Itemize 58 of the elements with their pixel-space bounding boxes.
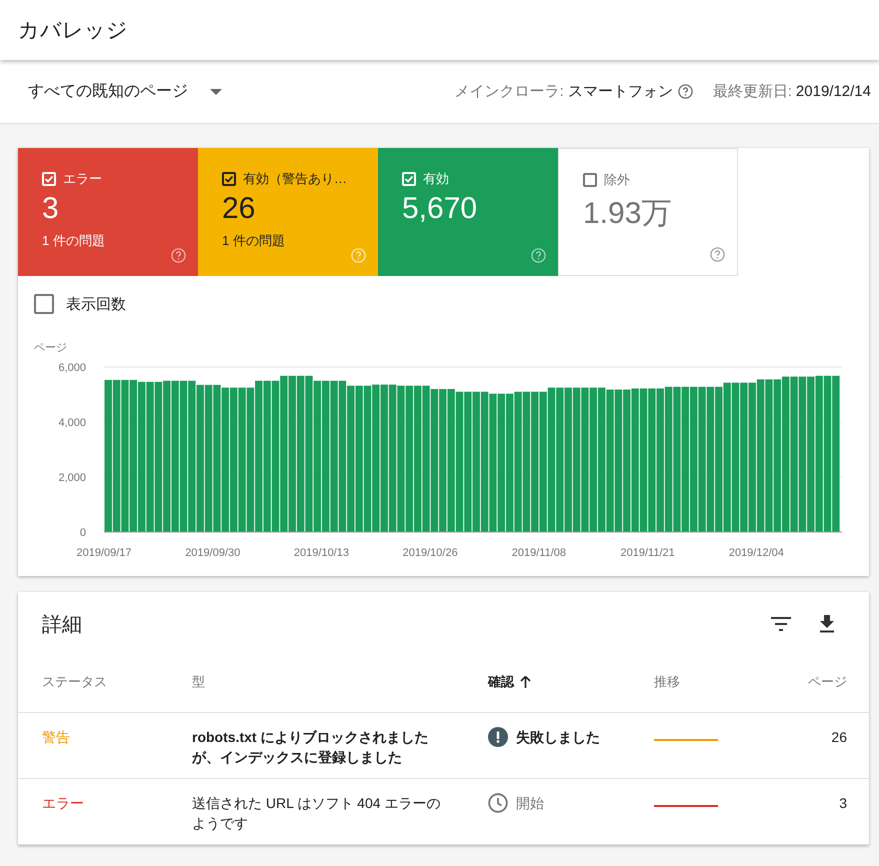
issue-type-text[interactable]: robots.txt によりブロックされましたが、インデックスに登録しました	[192, 727, 442, 767]
updated-label: 最終更新日:	[712, 82, 792, 101]
checkbox[interactable]	[222, 172, 236, 186]
axis-tick: 6,000	[58, 362, 86, 374]
crawler-label: メインクローラ:	[454, 82, 564, 101]
axis-tick: 0	[80, 527, 86, 539]
axis-tick: 4,000	[58, 417, 86, 429]
issue-type-text[interactable]: 送信された URL はソフト 404 エラーのようです	[192, 793, 442, 833]
status-text: エラー	[42, 794, 84, 813]
exclamation-icon	[488, 727, 508, 747]
tile-count: 5,670	[402, 192, 478, 226]
tile-label: エラー	[63, 170, 102, 188]
axis-tick: 2019/09/30	[185, 547, 240, 559]
trend-sparkline	[654, 739, 718, 741]
status-tile[interactable]: 有効（警告あり… 26 1 件の問題	[198, 148, 378, 276]
axis-tick: 2019/11/08	[512, 547, 566, 559]
page-title: カバレッジ	[18, 18, 128, 44]
column-header[interactable]: 確認	[464, 652, 630, 713]
tile-label: 有効	[423, 170, 449, 188]
axis-tick: 2019/12/04	[728, 547, 784, 559]
page-filter-dropdown[interactable]: すべての既知のページ	[28, 81, 222, 102]
column-header[interactable]: 推移	[630, 652, 780, 713]
updated-value: 2019/12/14	[796, 83, 871, 100]
status-tile[interactable]: 除外 1.93万	[558, 148, 738, 276]
download-icon[interactable]	[819, 615, 835, 633]
checkbox[interactable]	[34, 294, 54, 314]
axis-tick: 2,000	[58, 472, 86, 484]
tile-label: 除外	[604, 171, 630, 189]
column-header[interactable]: ステータス	[18, 652, 168, 713]
help-icon[interactable]	[710, 247, 725, 262]
axis-tick: 2019/11/21	[620, 547, 675, 559]
filter-icon[interactable]	[771, 617, 791, 631]
tile-count: 26	[222, 192, 256, 226]
checkbox-label: 表示回数	[66, 294, 126, 314]
arrow-up-icon	[520, 676, 531, 688]
issue-count: 1 件の問題	[42, 232, 106, 250]
axis-tick: 2019/09/17	[76, 547, 132, 559]
tile-count: 3	[42, 192, 60, 226]
issue-count: 1 件の問題	[222, 232, 286, 250]
status-text: 警告	[42, 728, 70, 747]
validation-status: 失敗しました	[516, 728, 600, 747]
clock-icon	[488, 793, 508, 813]
tile-count: 1.93万	[583, 196, 672, 232]
page-count: 3	[839, 794, 847, 813]
axis-label: ページ	[34, 341, 68, 355]
axis-tick: 2019/10/13	[294, 547, 349, 559]
crawler-value: スマートフォン	[568, 82, 673, 101]
caret-icon	[210, 88, 222, 94]
validation-status: 開始	[516, 794, 544, 813]
section-title: 詳細	[42, 612, 83, 638]
column-header[interactable]: 型	[168, 652, 464, 713]
page-count: 26	[831, 728, 847, 747]
column-header[interactable]: ページ	[780, 652, 869, 713]
help-icon[interactable]	[678, 84, 693, 99]
trend-sparkline	[654, 805, 718, 807]
tile-label: 有効（警告あり…	[243, 170, 347, 188]
checkbox[interactable]	[583, 173, 597, 187]
axis-tick: 2019/10/26	[402, 547, 458, 559]
